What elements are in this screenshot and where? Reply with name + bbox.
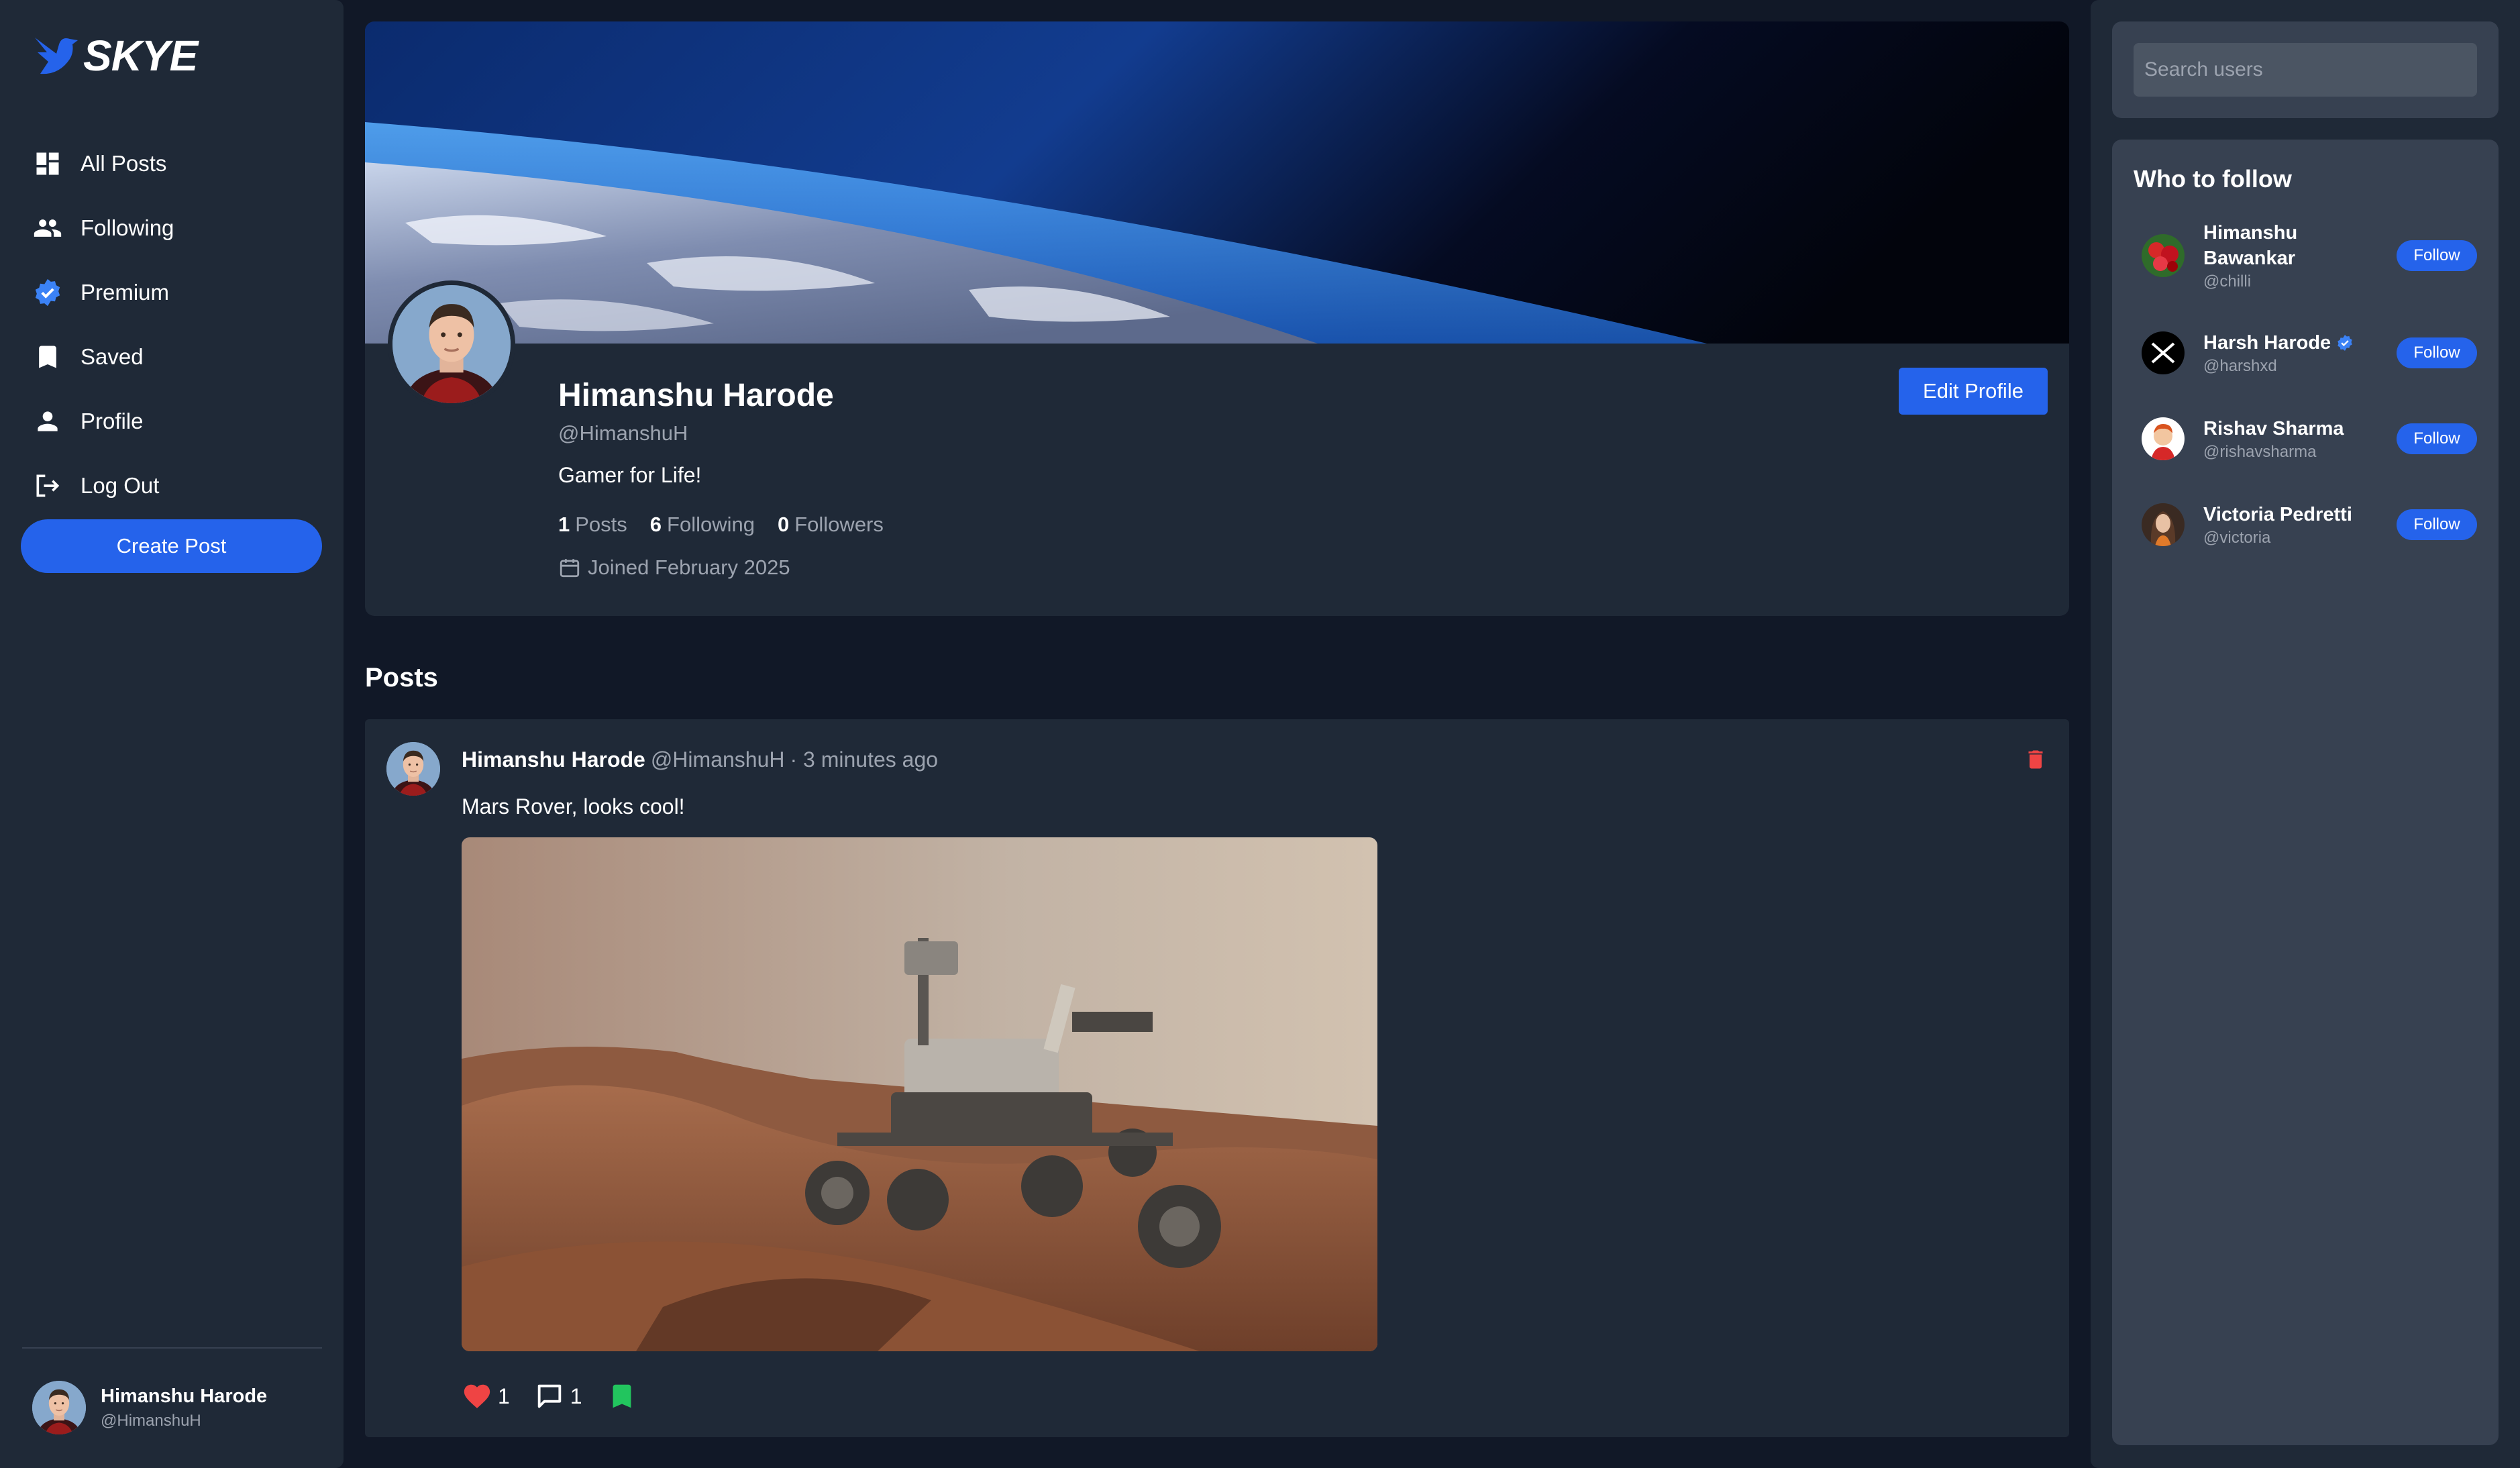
avatar bbox=[2142, 503, 2185, 546]
like-count: 1 bbox=[498, 1383, 510, 1408]
save-post-button[interactable] bbox=[607, 1381, 643, 1412]
suggestion-item[interactable]: Harsh Harode @harshxd Follow bbox=[2142, 330, 2477, 376]
joined-date: Joined February 2025 bbox=[558, 556, 790, 580]
main-nav: All Posts Following Premium Saved Profil… bbox=[32, 132, 174, 518]
avatar bbox=[2142, 234, 2185, 277]
person-icon bbox=[32, 406, 63, 437]
nav-label: Profile bbox=[81, 409, 144, 433]
cover-image bbox=[365, 21, 2069, 344]
bookmark-icon bbox=[613, 1384, 631, 1408]
nav-label: Saved bbox=[81, 344, 144, 369]
post-author-name[interactable]: Himanshu Harode bbox=[462, 747, 645, 772]
brand-name: SKYE bbox=[83, 32, 198, 80]
follow-button[interactable]: Follow bbox=[2397, 423, 2477, 454]
following-count: 6 bbox=[649, 513, 662, 536]
like-button[interactable]: 1 bbox=[462, 1381, 510, 1412]
bird-logo-icon bbox=[35, 38, 78, 74]
heart-icon bbox=[464, 1384, 490, 1408]
comment-icon bbox=[537, 1384, 562, 1408]
suggestion-handle: @harshxd bbox=[2203, 357, 2277, 375]
right-sidebar: Who to follow Himanshu Bawankar @chilli … bbox=[2091, 0, 2520, 1468]
post-card: Himanshu Harode @HimanshuH · 3 minutes a… bbox=[365, 719, 2069, 1437]
who-to-follow-panel: Who to follow Himanshu Bawankar @chilli … bbox=[2112, 140, 2499, 1445]
app-root: SKYE All Posts Following Premium Saved P… bbox=[0, 0, 2520, 1468]
edit-profile-button[interactable]: Edit Profile bbox=[1899, 368, 2048, 415]
posts-heading: Posts bbox=[365, 663, 438, 692]
verified-badge-icon bbox=[2338, 335, 2352, 351]
post-author-avatar[interactable] bbox=[386, 742, 440, 796]
follow-button[interactable]: Follow bbox=[2397, 337, 2477, 368]
post-image[interactable] bbox=[462, 837, 1377, 1351]
suggestion-handle: @rishavsharma bbox=[2203, 443, 2317, 461]
followers-count: 0 bbox=[777, 513, 790, 536]
profile-avatar[interactable] bbox=[388, 280, 515, 408]
posts-stat[interactable]: 1 Posts bbox=[558, 513, 627, 537]
nav-item-all-posts[interactable]: All Posts bbox=[32, 132, 174, 196]
followers-stat[interactable]: 0 Followers bbox=[778, 513, 884, 537]
following-stat[interactable]: 6 Following bbox=[650, 513, 755, 537]
nav-label: Log Out bbox=[81, 473, 160, 498]
joined-text: Joined February 2025 bbox=[588, 556, 790, 579]
suggestion-item[interactable]: Himanshu Bawankar @chilli Follow bbox=[2142, 220, 2477, 291]
post-header: Himanshu Harode @HimanshuH · 3 minutes a… bbox=[462, 747, 938, 772]
avatar bbox=[2142, 331, 2185, 374]
calendar-icon bbox=[560, 559, 580, 578]
profile-handle: @HimanshuH bbox=[558, 421, 688, 445]
comment-button[interactable]: 1 bbox=[534, 1381, 582, 1412]
following-label: Following bbox=[667, 513, 755, 536]
comment-count: 1 bbox=[570, 1383, 582, 1408]
nav-item-premium[interactable]: Premium bbox=[32, 260, 174, 325]
profile-stats: 1 Posts 6 Following 0 Followers bbox=[558, 513, 906, 537]
search-users-input[interactable] bbox=[2134, 43, 2477, 97]
dashboard-icon bbox=[32, 148, 63, 179]
suggestion-handle: @victoria bbox=[2203, 529, 2271, 547]
post-timestamp: · 3 minutes ago bbox=[790, 747, 939, 772]
people-icon bbox=[32, 213, 63, 244]
suggestion-name: Harsh Harode bbox=[2203, 330, 2384, 356]
suggestion-name: Victoria Pedretti bbox=[2203, 504, 2352, 525]
follow-button[interactable]: Follow bbox=[2397, 509, 2477, 540]
delete-post-button[interactable] bbox=[2024, 747, 2048, 772]
avatar bbox=[32, 1381, 86, 1434]
profile-bio: Gamer for Life! bbox=[558, 463, 702, 487]
bookmark-icon bbox=[32, 342, 63, 372]
main-content: Edit Profile Himanshu Harode @HimanshuH … bbox=[365, 21, 2069, 1437]
left-sidebar: SKYE All Posts Following Premium Saved P… bbox=[0, 0, 344, 1468]
nav-item-saved[interactable]: Saved bbox=[32, 325, 174, 389]
suggestion-name: Himanshu Bawankar bbox=[2203, 222, 2298, 269]
suggestion-name-text: Harsh Harode bbox=[2203, 332, 2331, 354]
follow-button[interactable]: Follow bbox=[2397, 240, 2477, 271]
logout-icon bbox=[32, 470, 63, 501]
search-panel bbox=[2112, 21, 2499, 118]
profile-name: Himanshu Harode bbox=[558, 378, 834, 413]
current-user-name: Himanshu Harode bbox=[101, 1385, 268, 1407]
followers-label: Followers bbox=[794, 513, 884, 536]
current-user-card[interactable]: Himanshu Harode @HimanshuH bbox=[32, 1381, 267, 1434]
nav-item-logout[interactable]: Log Out bbox=[32, 454, 174, 518]
create-post-button[interactable]: Create Post bbox=[21, 519, 322, 573]
verified-badge-icon bbox=[32, 277, 63, 308]
brand-logo[interactable]: SKYE bbox=[32, 31, 198, 81]
nav-label: All Posts bbox=[81, 151, 167, 176]
avatar bbox=[2142, 417, 2185, 460]
nav-label: Following bbox=[81, 215, 174, 240]
nav-item-following[interactable]: Following bbox=[32, 196, 174, 260]
nav-item-profile[interactable]: Profile bbox=[32, 389, 174, 454]
post-text: Mars Rover, looks cool! bbox=[462, 794, 685, 819]
who-to-follow-title: Who to follow bbox=[2134, 165, 2292, 193]
post-actions: 1 1 bbox=[462, 1381, 667, 1412]
posts-count: 1 bbox=[558, 513, 570, 536]
profile-card: Edit Profile Himanshu Harode @HimanshuH … bbox=[365, 21, 2069, 616]
suggestion-item[interactable]: Victoria Pedretti @victoria Follow bbox=[2142, 502, 2477, 547]
trash-icon bbox=[2028, 750, 2043, 769]
suggestion-handle: @chilli bbox=[2203, 272, 2252, 291]
current-user-handle: @HimanshuH bbox=[101, 1411, 201, 1430]
suggestion-name: Rishav Sharma bbox=[2203, 418, 2344, 439]
divider bbox=[22, 1347, 322, 1349]
posts-label: Posts bbox=[575, 513, 627, 536]
suggestion-item[interactable]: Rishav Sharma @rishavsharma Follow bbox=[2142, 416, 2477, 462]
post-author-handle: @HimanshuH bbox=[650, 747, 785, 772]
nav-label: Premium bbox=[81, 280, 170, 305]
